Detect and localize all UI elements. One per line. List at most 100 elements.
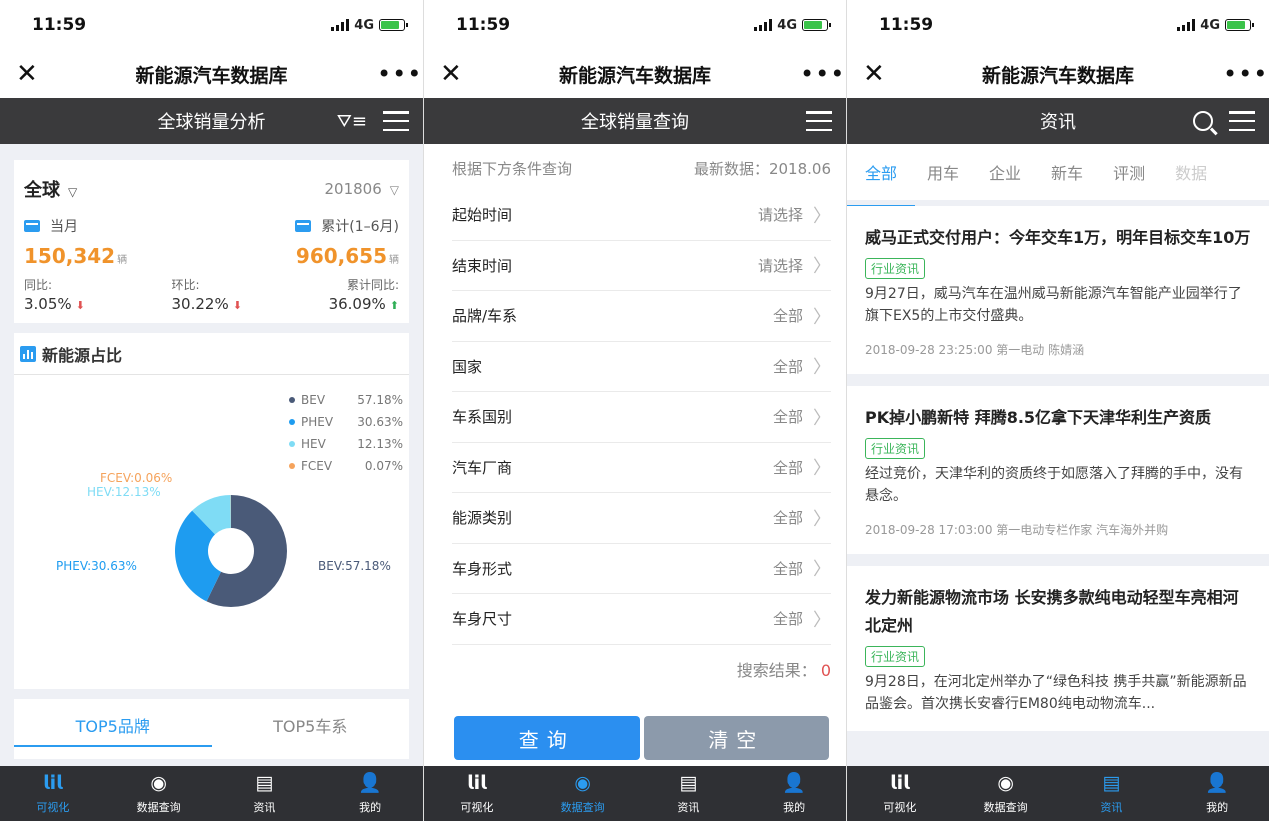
chart-icon: 𝗹𝗶𝗹	[467, 771, 487, 794]
tab-data-query[interactable]: ◉ 数据查询	[106, 766, 212, 821]
close-icon[interactable]: ✕	[863, 59, 893, 89]
news-title: PK掉小鹏新特 拜腾8.5亿拿下天津华利生产资质	[865, 408, 1212, 427]
period-selector[interactable]: 201806 ▽	[325, 180, 400, 198]
filter-icon[interactable]: ⛛≡	[337, 111, 367, 132]
tab-label: 可视化	[883, 800, 917, 814]
menu-icon[interactable]	[1229, 111, 1255, 131]
region-selector[interactable]: 全球 ▽	[24, 176, 77, 202]
query-row-label: 国家	[452, 357, 483, 376]
legend-item[interactable]: BEV 57.18%	[289, 389, 403, 411]
legend-pct: 0.07%	[364, 459, 403, 473]
yoy-label: 同比:	[24, 278, 53, 292]
section-title: 全球销量查询	[581, 112, 689, 133]
tab-data-query[interactable]: ◉ 数据查询	[953, 766, 1059, 821]
pie-label-hev: HEV:12.13%	[87, 485, 161, 499]
tab-visualization[interactable]: 𝗹𝗶𝗹 可视化	[0, 766, 106, 821]
tab-mine[interactable]: 👤 我的	[741, 766, 846, 821]
query-row[interactable]: 车身尺寸 全部〉	[452, 594, 831, 645]
category-tab[interactable]: 企业	[989, 160, 1021, 184]
query-row[interactable]: 车身形式 全部〉	[452, 544, 831, 594]
query-row[interactable]: 起始时间 请选择〉	[452, 190, 831, 241]
query-row[interactable]: 车系国别 全部〉	[452, 392, 831, 443]
tab-mine[interactable]: 👤 我的	[1164, 766, 1269, 821]
legend-dot	[289, 441, 295, 447]
query-row-label: 能源类别	[452, 509, 513, 528]
tab-visualization[interactable]: 𝗹𝗶𝗹 可视化	[424, 766, 530, 821]
query-body: 根据下方条件查询 最新数据：2018.06 起始时间 请选择〉结束时间 请选择〉品牌…	[424, 144, 846, 766]
legend-item[interactable]: PHEV 30.63%	[289, 411, 403, 433]
tab-label: 我的	[1206, 800, 1229, 814]
category-tab[interactable]: 数据	[1175, 160, 1207, 184]
tab-label: 资讯	[253, 800, 276, 814]
bar-chart-icon	[20, 345, 36, 362]
card-icon	[295, 220, 312, 232]
chevron-right-icon: 〉	[813, 306, 831, 328]
query-row[interactable]: 汽车厂商 全部〉	[452, 443, 831, 493]
category-tab[interactable]: 全部	[847, 160, 916, 207]
legend-dot	[289, 463, 295, 469]
query-row[interactable]: 品牌/车系 全部〉	[452, 291, 831, 342]
query-row-value: 全部	[772, 408, 803, 427]
tab-label: 资讯	[677, 800, 700, 814]
user-icon: 👤	[782, 771, 806, 794]
news-item[interactable]: 发力新能源物流市场 长安携多款纯电动轻型车亮相河北定州 行业资讯 9月28日，在河北…	[847, 566, 1269, 731]
close-icon[interactable]: ✕	[440, 59, 470, 89]
menu-icon[interactable]	[806, 111, 832, 131]
tab-label: 可视化	[460, 800, 494, 814]
query-row-label: 起始时间	[452, 206, 513, 225]
more-icon[interactable]: •••	[800, 62, 844, 86]
bottom-tabbar: 𝗹𝗶𝗹 可视化 ◉ 数据查询 ▤ 资讯 👤 我的	[0, 766, 423, 821]
query-row[interactable]: 能源类别 全部〉	[452, 493, 831, 544]
tab-visualization[interactable]: 𝗹𝗶𝗹 可视化	[847, 766, 953, 821]
news-item[interactable]: 威马正式交付用户：今年交车1万，明年目标交车10万 行业资讯 9月27日，威马汽车在…	[847, 206, 1269, 374]
news-tag: 行业资讯	[865, 438, 926, 459]
chevron-right-icon: 〉	[813, 205, 831, 227]
legend-item[interactable]: FCEV 0.07%	[289, 455, 403, 477]
tab-data-query[interactable]: ◉ 数据查询	[530, 766, 636, 821]
query-row-value: 全部	[772, 357, 803, 376]
app-title: 新能源汽车数据库	[135, 64, 288, 87]
tab-top5-series[interactable]: TOP5车系	[212, 699, 410, 759]
tab-label: 数据查询	[983, 800, 1028, 814]
query-row[interactable]: 国家 全部〉	[452, 342, 831, 392]
tab-news[interactable]: ▤ 资讯	[212, 766, 318, 821]
user-icon: 👤	[358, 771, 382, 794]
category-tab[interactable]: 用车	[927, 160, 959, 184]
month-value: 150,342 辆	[24, 244, 128, 268]
news-icon: ▤	[1102, 771, 1121, 794]
query-button[interactable]: 查询	[454, 716, 640, 760]
more-icon[interactable]: •••	[377, 62, 421, 86]
network-label: 4G	[777, 17, 797, 33]
category-tab[interactable]: 评测	[1113, 160, 1145, 184]
search-icon[interactable]	[1193, 111, 1213, 131]
menu-icon[interactable]	[383, 111, 409, 131]
tab-top5-brand[interactable]: TOP5品牌	[14, 699, 212, 747]
chevron-right-icon: 〉	[813, 508, 831, 530]
search-data-icon: ◉	[574, 771, 591, 794]
query-row-value: 全部	[772, 509, 803, 528]
screen-data-query: 11:59 4G ✕ 新能源汽车数据库 ••• 全球销量查询 根据下方条件查询 …	[423, 0, 846, 821]
title-bar: ✕ 新能源汽车数据库 •••	[0, 50, 423, 98]
tab-label: 数据查询	[560, 800, 605, 814]
query-row[interactable]: 结束时间 请选择〉	[452, 241, 831, 291]
period-label: 201806	[324, 180, 382, 198]
legend-name: BEV	[301, 393, 326, 407]
more-icon[interactable]: •••	[1223, 62, 1267, 86]
query-row-value: 请选择	[757, 256, 803, 275]
tab-news[interactable]: ▤ 资讯	[636, 766, 742, 821]
news-list: 威马正式交付用户：今年交车1万，明年目标交车10万 行业资讯 9月27日，威马汽车在…	[847, 206, 1269, 766]
signal-icon	[754, 19, 773, 31]
close-icon[interactable]: ✕	[16, 59, 46, 89]
title-bar: ✕ 新能源汽车数据库 •••	[424, 50, 846, 98]
tab-mine[interactable]: 👤 我的	[317, 766, 423, 821]
clear-button[interactable]: 清空	[643, 716, 829, 760]
bottom-tabbar: 𝗹𝗶𝗹 可视化 ◉ 数据查询 ▤ 资讯 👤 我的	[424, 766, 846, 821]
tab-news[interactable]: ▤ 资讯	[1059, 766, 1165, 821]
category-tab[interactable]: 新车	[1051, 160, 1083, 184]
news-item[interactable]: PK掉小鹏新特 拜腾8.5亿拿下天津华利生产资质 行业资讯 经过竞价，天津华利的资质…	[847, 386, 1269, 554]
legend-item[interactable]: HEV 12.13%	[289, 433, 403, 455]
news-summary: 9月27日，威马汽车在温州威马新能源汽车智能产业园举行了旗下EX5的上市交付盛典…	[865, 286, 1242, 324]
news-meta: 2018-09-28 17:03:00 第一电动专栏作家 汽车海外并购	[865, 523, 1169, 537]
share-card: 新能源占比 BEV 57.18% PHEV 30.63% HEV 12.13% FCEV 0.…	[14, 333, 409, 689]
battery-icon	[802, 19, 831, 31]
